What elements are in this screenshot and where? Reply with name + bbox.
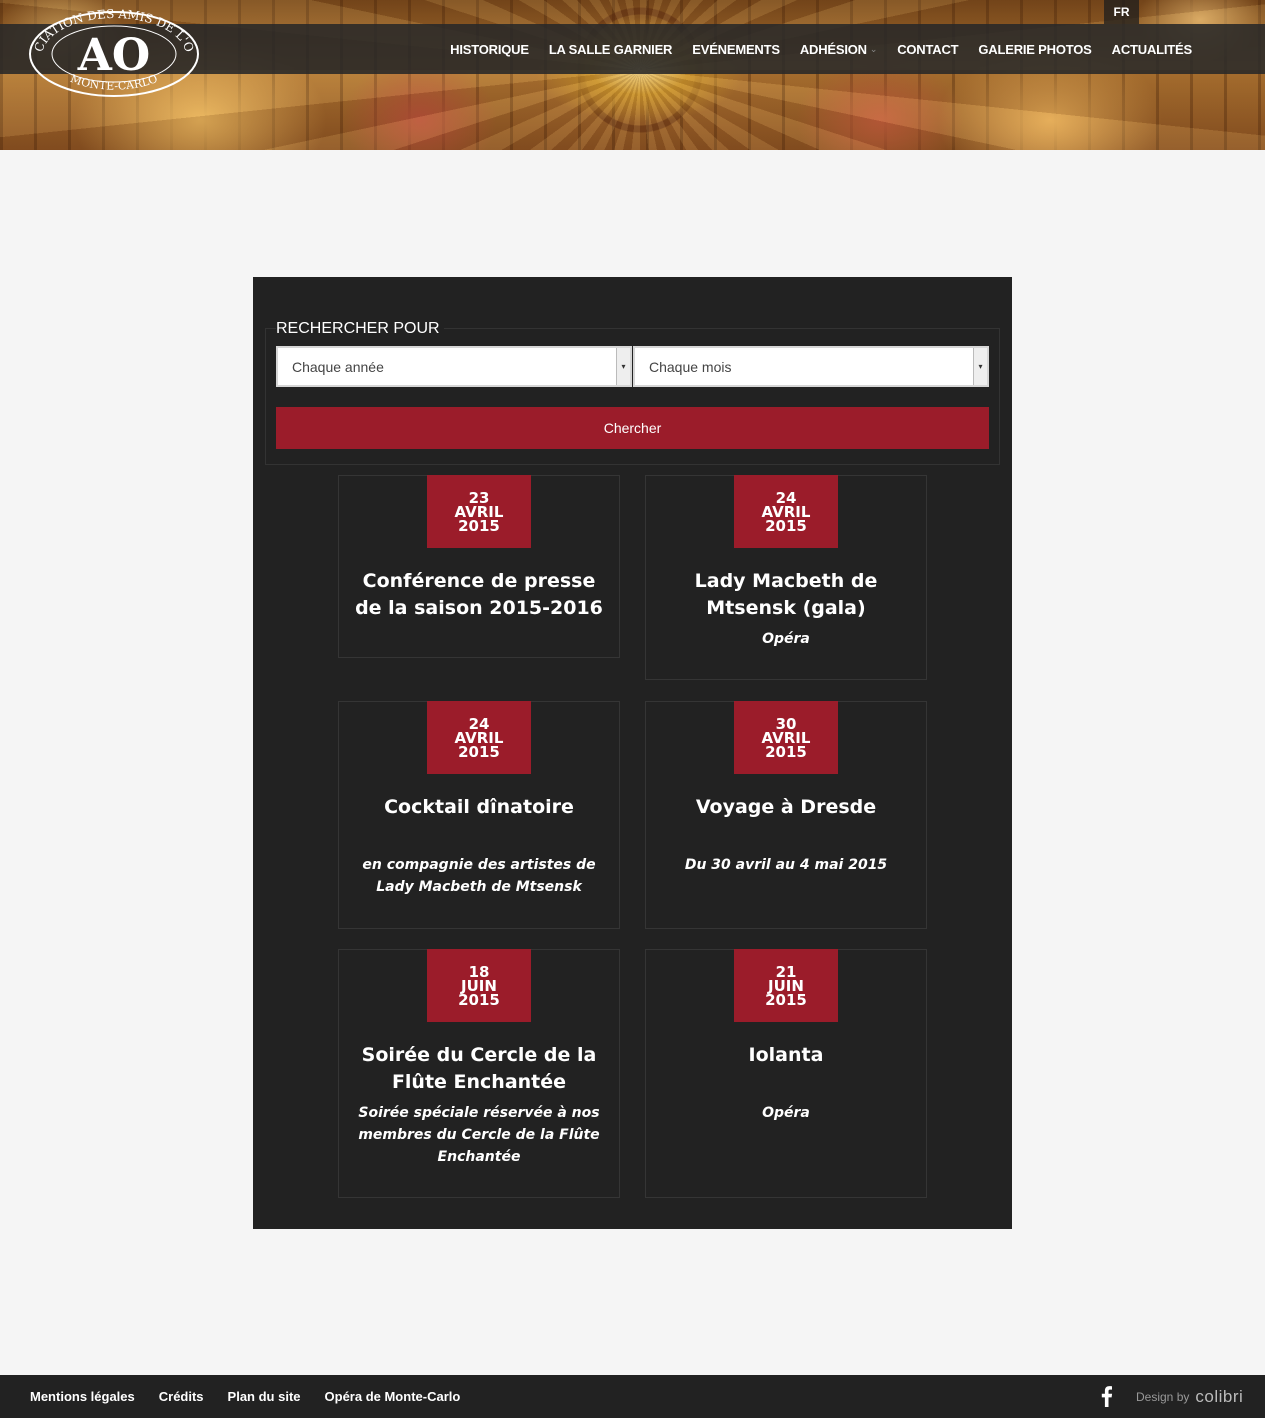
- date-badge: 30 AVRIL 2015: [734, 701, 838, 774]
- event-subtitle: en compagnie des artistes de Lady Macbet…: [362, 857, 596, 895]
- nav-adhesion[interactable]: ADHÉSION ⌄: [800, 42, 878, 57]
- footer-link-plan-du-site[interactable]: Plan du site: [228, 1389, 301, 1404]
- footer-link-mentions-legales[interactable]: Mentions légales: [30, 1389, 135, 1404]
- event-subtitle: Opéra: [762, 631, 810, 647]
- event-card[interactable]: 18 JUIN 2015 Soirée du Cercle de la Flût…: [338, 949, 620, 1198]
- event-card[interactable]: 21 JUIN 2015 Iolanta Opéra: [645, 949, 927, 1198]
- event-title[interactable]: Lady Macbeth de Mtsensk (gala): [654, 568, 918, 622]
- event-subtitle: Opéra: [762, 1105, 810, 1121]
- nav-contact[interactable]: CONTACT: [897, 42, 958, 57]
- search-button[interactable]: Chercher: [276, 407, 989, 449]
- events-panel: RECHERCHER POUR Chaque année ▾ Chaque mo…: [253, 277, 1012, 1229]
- main-nav: HISTORIQUE LA SALLE GARNIER EVÉNEMENTS A…: [450, 24, 1192, 74]
- nav-evenements[interactable]: EVÉNEMENTS: [692, 42, 780, 57]
- event-subtitle: Soirée spéciale réservée à nos membres d…: [358, 1105, 600, 1165]
- event-title[interactable]: Soirée du Cercle de la Flûte Enchantée: [347, 1042, 611, 1096]
- date-badge: 24 AVRIL 2015: [734, 475, 838, 548]
- date-badge: 21 JUIN 2015: [734, 949, 838, 1022]
- footer-link-credits[interactable]: Crédits: [159, 1389, 204, 1404]
- nav-historique[interactable]: HISTORIQUE: [450, 42, 529, 57]
- nav-salle-garnier[interactable]: LA SALLE GARNIER: [549, 42, 673, 57]
- footer-links: Mentions légales Crédits Plan du site Op…: [30, 1375, 460, 1418]
- design-credit[interactable]: Design by colibri: [1136, 1375, 1243, 1418]
- dropdown-arrow-icon: ▾: [616, 348, 630, 385]
- date-badge: 18 JUIN 2015: [427, 949, 531, 1022]
- nav-actualites[interactable]: ACTUALITÉS: [1112, 42, 1193, 57]
- chevron-down-icon: ⌄: [869, 43, 878, 54]
- date-badge: 23 AVRIL 2015: [427, 475, 531, 548]
- event-title[interactable]: Conférence de presse de la saison 2015-2…: [347, 568, 611, 622]
- event-card[interactable]: 23 AVRIL 2015 Conférence de presse de la…: [338, 475, 620, 658]
- event-card[interactable]: 24 AVRIL 2015 Lady Macbeth de Mtsensk (g…: [645, 475, 927, 680]
- dropdown-arrow-icon: ▾: [973, 348, 987, 385]
- event-title[interactable]: Voyage à Dresde: [654, 794, 918, 821]
- search-legend: RECHERCHER POUR: [276, 319, 444, 339]
- logo-monogram: AO: [77, 30, 150, 81]
- facebook-icon[interactable]: [1098, 1385, 1114, 1407]
- year-select-value: Chaque année: [292, 358, 384, 375]
- search-form: RECHERCHER POUR Chaque année ▾ Chaque mo…: [265, 319, 1000, 465]
- event-card[interactable]: 24 AVRIL 2015 Cocktail dînatoire en comp…: [338, 701, 620, 929]
- site-logo[interactable]: ASSOCIATION DES AMIS DE L'OPÉRA MONTE-CA…: [23, 0, 200, 98]
- logo-emblem: ASSOCIATION DES AMIS DE L'OPÉRA MONTE-CA…: [23, 0, 199, 97]
- footer-link-opera-monte-carlo[interactable]: Opéra de Monte-Carlo: [325, 1389, 461, 1404]
- event-title[interactable]: Cocktail dînatoire: [347, 794, 611, 821]
- event-subtitle: Du 30 avril au 4 mai 2015: [684, 857, 888, 873]
- date-badge: 24 AVRIL 2015: [427, 701, 531, 774]
- month-select[interactable]: Chaque mois ▾: [633, 346, 989, 387]
- footer: Mentions légales Crédits Plan du site Op…: [0, 1375, 1265, 1418]
- month-select-value: Chaque mois: [649, 358, 732, 375]
- event-card[interactable]: 30 AVRIL 2015 Voyage à Dresde Du 30 avri…: [645, 701, 927, 929]
- design-brand: colibri: [1195, 1386, 1244, 1406]
- year-select[interactable]: Chaque année ▾: [276, 346, 632, 387]
- nav-galerie-photos[interactable]: GALERIE PHOTOS: [978, 42, 1091, 57]
- design-by-label: Design by: [1136, 1389, 1190, 1404]
- event-title[interactable]: Iolanta: [654, 1042, 918, 1069]
- language-switch[interactable]: FR: [1104, 0, 1139, 24]
